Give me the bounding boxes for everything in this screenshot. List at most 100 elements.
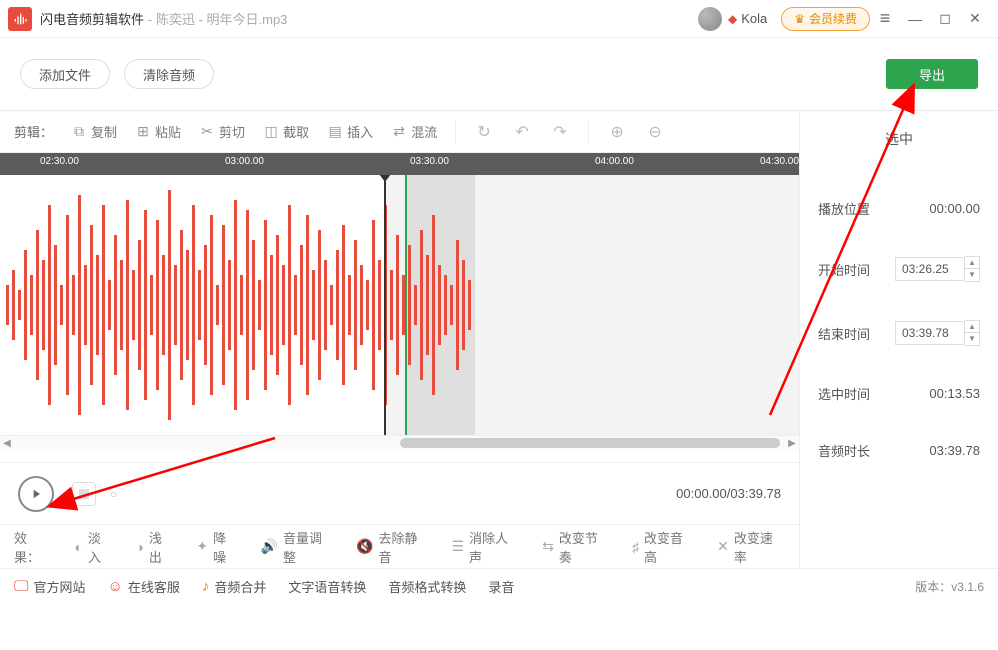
play-icon [29, 487, 43, 501]
scissors-icon: ✂ [199, 124, 215, 140]
start-time-input[interactable] [895, 257, 965, 281]
scrollbar-thumb[interactable] [400, 438, 780, 448]
user-name: Kola [741, 11, 767, 26]
stop-icon [79, 489, 89, 499]
edit-label: 剪辑： [14, 122, 53, 141]
start-time-label: 开始时间 [818, 260, 870, 279]
end-up-button[interactable]: ▲ [965, 321, 979, 333]
volume-icon[interactable]: ○ [110, 487, 117, 501]
mix-button[interactable]: ⇄混流 [391, 122, 437, 141]
ruler-tick: 03:30.00 [410, 156, 449, 167]
bottom-bar: 🖵官方网站 ☺在线客服 ♪音频合并 文字语音转换 音频格式转换 录音 版本：v3… [0, 568, 998, 604]
remove-silence-button[interactable]: 🔇去除静音 [356, 528, 429, 566]
copy-button[interactable]: ⧉复制 [71, 122, 117, 141]
zoom-out-button[interactable]: ⊖ [645, 122, 665, 142]
fadein-button[interactable]: ◐淡入 [75, 528, 114, 566]
mix-icon: ⇄ [391, 124, 407, 140]
time-display: 00:00.00/03:39.78 [676, 486, 781, 501]
current-time: 00:00.00 [676, 486, 727, 501]
user-avatar[interactable] [698, 7, 722, 31]
close-button[interactable]: ✕ [960, 4, 990, 34]
vip-renew-button[interactable]: ♛ 会员续费 [781, 7, 870, 31]
denoise-icon: ✦ [196, 538, 208, 555]
titlebar: 闪电音频剪辑软件 - 陈奕迅 - 明年今日.mp3 ◆ Kola ♛ 会员续费 … [0, 0, 998, 38]
ruler-tick: 03:00.00 [225, 156, 264, 167]
ruler-tick: 04:30.00 [760, 156, 799, 167]
tempo-icon: ⇆ [542, 538, 554, 555]
horizontal-scrollbar[interactable]: ◀ ▶ [0, 435, 799, 451]
clear-audio-button[interactable]: 清除音频 [124, 59, 214, 89]
pitch-icon: ♯ [632, 539, 639, 555]
add-file-button[interactable]: 添加文件 [20, 59, 110, 89]
format-convert-link[interactable]: 音频格式转换 [388, 577, 466, 596]
end-time-input[interactable] [895, 321, 965, 345]
play-position-value: 00:00.00 [929, 201, 980, 216]
volume-button[interactable]: 🔊音量调整 [261, 528, 334, 566]
crop-icon: ◫ [263, 124, 279, 140]
tts-link[interactable]: 文字语音转换 [288, 577, 366, 596]
playhead[interactable] [384, 175, 386, 435]
end-time-label: 结束时间 [818, 324, 870, 343]
right-pane: 选中 播放位置 00:00.00 开始时间 ▲▼ 结束时间 ▲▼ 选中时间 00… [800, 111, 998, 568]
play-position-label: 播放位置 [818, 199, 870, 218]
vip-label: 会员续费 [809, 10, 857, 27]
playback-row: ○ 00:00.00/03:39.78 [0, 462, 799, 524]
play-button[interactable] [18, 476, 54, 512]
minimize-button[interactable]: — [900, 4, 930, 34]
undo-button[interactable]: ↶ [512, 122, 532, 142]
monitor-icon: 🖵 [14, 578, 28, 595]
effects-row: 效果： ◐淡入 ◑浅出 ✦降噪 🔊音量调整 🔇去除静音 ☰消除人声 ⇆改变节奏 … [0, 524, 799, 568]
toolbar-separator [455, 121, 456, 143]
paste-icon: ⊞ [135, 124, 151, 140]
scroll-right-button[interactable]: ▶ [785, 436, 799, 451]
selection-duration-label: 选中时间 [818, 384, 870, 403]
menu-button[interactable]: ≡ [870, 4, 900, 34]
audio-merge-link[interactable]: ♪音频合并 [202, 577, 267, 596]
paste-button[interactable]: ⊞粘贴 [135, 122, 181, 141]
change-tempo-button[interactable]: ⇆改变节奏 [542, 528, 610, 566]
time-ruler[interactable]: 02:30.00 03:00.00 03:30.00 04:00.00 04:30.00 [0, 153, 799, 175]
change-pitch-button[interactable]: ♯改变音高 [632, 528, 695, 566]
version-text: 版本：v3.1.6 [915, 578, 984, 595]
support-icon: ☺ [107, 578, 122, 595]
insert-icon: ▤ [327, 124, 343, 140]
timeline: 02:30.00 03:00.00 03:30.00 04:00.00 04:30.00… [0, 153, 799, 462]
app-logo [8, 7, 32, 31]
crop-button[interactable]: ◫截取 [263, 122, 309, 141]
ruler-tick: 04:00.00 [595, 156, 634, 167]
editor-area: 剪辑： ⧉复制 ⊞粘贴 ✂剪切 ◫截取 ▤插入 ⇄混流 ↻ ↶ ↷ ⊕ ⊖ 02… [0, 110, 998, 568]
history-button[interactable]: ↻ [474, 122, 494, 142]
speed-icon: ✕ [717, 538, 729, 555]
zoom-in-button[interactable]: ⊕ [607, 122, 627, 142]
maximize-button[interactable]: ◻ [930, 4, 960, 34]
left-pane: 剪辑： ⧉复制 ⊞粘贴 ✂剪切 ◫截取 ▤插入 ⇄混流 ↻ ↶ ↷ ⊕ ⊖ 02… [0, 111, 800, 568]
start-up-button[interactable]: ▲ [965, 257, 979, 269]
stop-button[interactable] [72, 482, 96, 506]
insert-button[interactable]: ▤插入 [327, 122, 373, 141]
cut-button[interactable]: ✂剪切 [199, 122, 245, 141]
audio-duration-label: 音频时长 [818, 441, 870, 460]
end-down-button[interactable]: ▼ [965, 333, 979, 345]
scroll-left-button[interactable]: ◀ [0, 436, 14, 451]
copy-icon: ⧉ [71, 124, 87, 140]
total-time: 03:39.78 [730, 486, 781, 501]
vocal-icon: ☰ [452, 538, 465, 555]
fadeout-icon: ◑ [135, 539, 143, 555]
edit-toolbar: 剪辑： ⧉复制 ⊞粘贴 ✂剪切 ◫截取 ▤插入 ⇄混流 ↻ ↶ ↷ ⊕ ⊖ [0, 111, 799, 153]
support-link[interactable]: ☺在线客服 [107, 577, 179, 596]
remove-vocal-button[interactable]: ☰消除人声 [452, 528, 521, 566]
record-link[interactable]: 录音 [488, 577, 514, 596]
waveform [0, 175, 474, 435]
start-down-button[interactable]: ▼ [965, 269, 979, 281]
ruler-tick: 02:30.00 [40, 156, 79, 167]
redo-button[interactable]: ↷ [550, 122, 570, 142]
app-name: 闪电音频剪辑软件 [40, 9, 144, 28]
export-button[interactable]: 导出 [886, 59, 978, 89]
action-row: 添加文件 清除音频 导出 [0, 38, 998, 110]
waveform-area[interactable] [0, 175, 799, 435]
fadeout-button[interactable]: ◑浅出 [135, 528, 174, 566]
denoise-button[interactable]: ✦降噪 [196, 528, 238, 566]
official-site-link[interactable]: 🖵官方网站 [14, 577, 85, 596]
change-speed-button[interactable]: ✕改变速率 [717, 528, 785, 566]
effects-label: 效果： [14, 528, 53, 566]
